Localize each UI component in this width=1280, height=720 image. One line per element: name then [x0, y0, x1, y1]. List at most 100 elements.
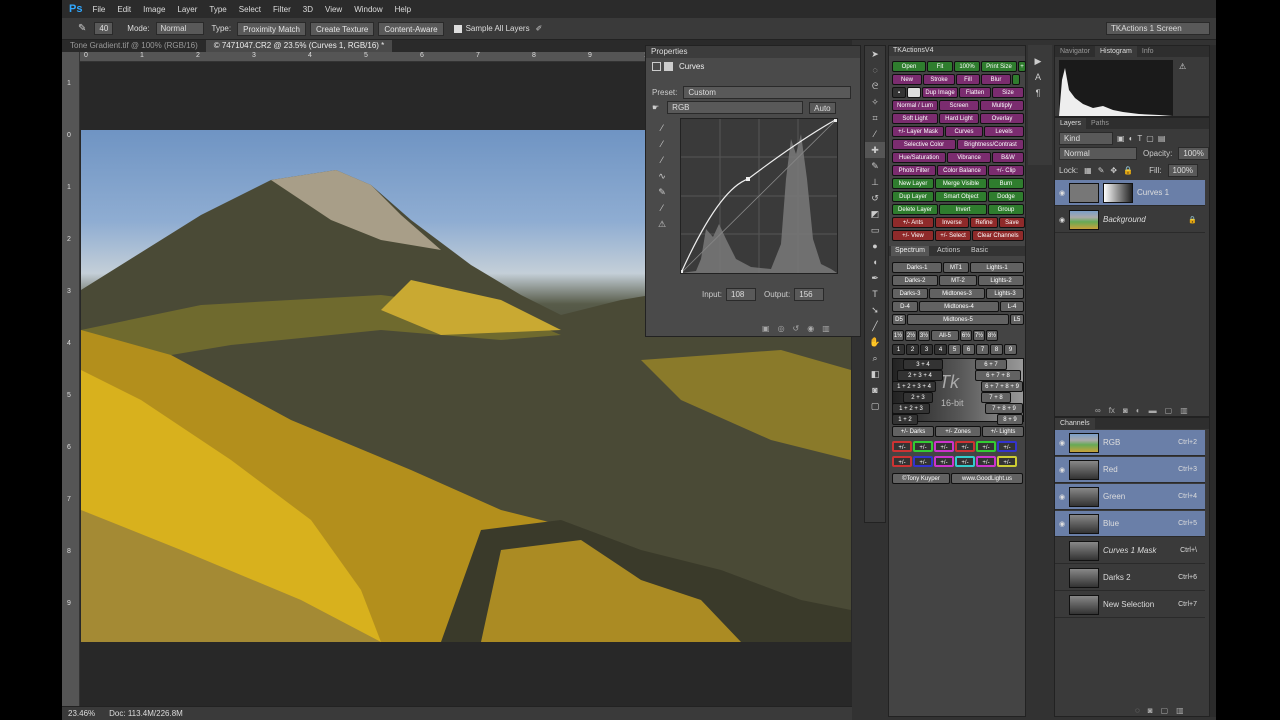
healing-tool-icon[interactable]: ✚ [865, 142, 885, 158]
red-mask-2-button[interactable]: +/- [955, 441, 975, 452]
filter-adjust-icon[interactable]: ◐ [1129, 134, 1134, 143]
clipping-warning-icon[interactable]: ⚠ [652, 216, 672, 232]
tk-hard-light-button[interactable]: Hard Light [939, 113, 979, 124]
tk-overlay-button[interactable]: Overlay [980, 113, 1024, 124]
menu-3d[interactable]: 3D [303, 5, 313, 14]
channel-row-mask[interactable]: Curves 1 Mask Ctrl+\ [1055, 538, 1205, 564]
curve-point-icon[interactable]: ∿ [652, 168, 672, 184]
gradient-tool-icon[interactable]: ▭ [865, 222, 885, 238]
trash-icon[interactable]: ▥ [822, 324, 830, 333]
combo-1-4-button[interactable]: 1 + 2 + 3 + 4 [892, 381, 936, 392]
fill-field[interactable]: 100% [1167, 164, 1198, 177]
combo-2-3-button[interactable]: 2 + 3 [903, 392, 933, 403]
d4-button[interactable]: D-4 [892, 301, 918, 312]
combo-6-8-button[interactable]: 6 + 7 + 8 [975, 370, 1021, 381]
tab-layers[interactable]: Layers [1055, 118, 1087, 129]
zone-9-button[interactable]: 9 [1004, 344, 1017, 355]
tk-multiply-button[interactable]: Multiply [980, 100, 1024, 111]
channel-select[interactable]: RGB [667, 101, 804, 114]
lock-transparency-icon[interactable]: ▦ [1084, 166, 1092, 175]
blur-tool-icon[interactable]: ● [865, 238, 885, 254]
tk-screen-button[interactable]: Screen [939, 100, 979, 111]
tk-levels-button[interactable]: Levels [984, 126, 1024, 137]
add-mask-icon[interactable]: ◙ [1123, 406, 1128, 415]
channel-row-green[interactable]: ◉ Green Ctrl+4 [1055, 484, 1205, 510]
zone-6-button[interactable]: 6 [962, 344, 975, 355]
zone-7-button[interactable]: 7 [976, 344, 989, 355]
pen-tool-icon[interactable]: ✒ [865, 270, 885, 286]
lights-3-button[interactable]: Lights-3 [986, 288, 1024, 299]
tk-hue-saturation-button[interactable]: Hue/Saturation [892, 152, 946, 163]
combo-1-2-button[interactable]: 1 + 2 [892, 414, 918, 425]
eyedropper-gray-icon[interactable]: ⁄ [652, 136, 672, 152]
smooth-icon[interactable]: ⁄ [652, 200, 672, 216]
warning-icon[interactable]: ⚠ [1179, 62, 1186, 71]
delete-layer-icon[interactable]: ▥ [1180, 406, 1188, 415]
combo-6-7-button[interactable]: 6 + 7 [975, 359, 1007, 370]
lasso-tool-icon[interactable]: ᘓ [865, 78, 885, 94]
tk-color-balance-button[interactable]: Color Balance [937, 165, 987, 176]
tk-mode-toggle[interactable]: ▪ [892, 87, 906, 98]
pencil-icon[interactable]: ✎ [652, 184, 672, 200]
magenta-mask-button[interactable]: +/- [934, 441, 954, 452]
pressure-icon[interactable]: ✐ [536, 24, 543, 33]
darks-toggle-button[interactable]: +/- Darks [892, 426, 934, 437]
fx-icon[interactable]: fx [1109, 406, 1115, 415]
output-field[interactable]: 156 [794, 288, 825, 301]
channel-row-blue[interactable]: ◉ Blue Ctrl+5 [1055, 511, 1205, 537]
tk-merge-visible-button[interactable]: Merge Visible [935, 178, 987, 189]
zoom-tool-icon[interactable]: ⌕ [865, 350, 885, 366]
channel-row-red[interactable]: ◉ Red Ctrl+3 [1055, 457, 1205, 483]
new-channel-icon[interactable]: ▢ [1161, 706, 1169, 715]
layer-row-curves[interactable]: ◉ Curves 1 [1055, 180, 1205, 206]
tk-invert-button[interactable]: Invert [939, 204, 987, 215]
tab-tone-gradient[interactable]: Tone Gradient.tif @ 100% (RGB/16) [62, 40, 206, 52]
tk-new-layer-button[interactable]: New Layer [892, 178, 934, 189]
lock-position-icon[interactable]: ✥ [1110, 166, 1117, 175]
tk-stroke-button[interactable]: Stroke [923, 74, 955, 85]
history-brush-icon[interactable]: ↺ [865, 190, 885, 206]
stamp-tool-icon[interactable]: ⊥ [865, 174, 885, 190]
combo-1-3-button[interactable]: 1 + 2 + 3 [892, 403, 930, 414]
tk-dodge-button[interactable]: Dodge [988, 191, 1024, 202]
proximity-match-button[interactable]: Proximity Match [237, 21, 307, 36]
blue-sel-button[interactable]: +/- [913, 456, 933, 467]
tk-view-button[interactable]: +/- View [892, 230, 934, 241]
tk-size-button[interactable]: Size [992, 87, 1024, 98]
brush-tool-icon[interactable]: ✎ [865, 158, 885, 174]
combo-2-3-4-button[interactable]: 2 + 3 + 4 [897, 370, 943, 381]
delete-channel-icon[interactable]: ▥ [1176, 706, 1184, 715]
new-group-icon[interactable]: ▬ [1149, 406, 1157, 415]
menu-help[interactable]: Help [395, 5, 411, 14]
zone-8h-button[interactable]: 8½ [986, 330, 998, 341]
l5-button[interactable]: L5 [1010, 314, 1024, 325]
tk-flatten-button[interactable]: Flatten [959, 87, 991, 98]
mt2-button[interactable]: MT-2 [939, 275, 977, 286]
zone-8-button[interactable]: 8 [990, 344, 1003, 355]
tk-ants-button[interactable]: +/- Ants [892, 217, 934, 228]
tab-active-document[interactable]: © 7471047.CR2 @ 23.5% (Curves 1, RGB/16)… [205, 40, 393, 52]
tk-new-button[interactable]: New [892, 74, 922, 85]
tk-delete-layer-button[interactable]: Delete Layer [892, 204, 938, 215]
tk-clear-channels-button[interactable]: Clear Channels [972, 230, 1024, 241]
channel-row-new-selection[interactable]: New Selection Ctrl+7 [1055, 592, 1205, 618]
menu-type[interactable]: Type [209, 5, 226, 14]
preset-select[interactable]: Custom [683, 86, 852, 99]
color-swatches-icon[interactable]: ◧ [865, 366, 885, 382]
eyedropper-black-icon[interactable]: ⁄ [652, 120, 672, 136]
magenta-sel-2-button[interactable]: +/- [976, 456, 996, 467]
tab-navigator[interactable]: Navigator [1055, 46, 1095, 57]
new-adjustment-icon[interactable]: ◐ [1136, 406, 1141, 415]
new-layer-icon[interactable]: ▢ [1165, 406, 1173, 415]
opacity-field[interactable]: 100% [1178, 147, 1209, 160]
cyan-sel-button[interactable]: +/- [955, 456, 975, 467]
lights-1-button[interactable]: Lights-1 [970, 262, 1024, 273]
tk-vibrance-button[interactable]: Vibrance [947, 152, 991, 163]
menu-window[interactable]: Window [354, 5, 382, 14]
tony-kuyper-link[interactable]: ©Tony Kuyper [892, 473, 950, 484]
tk-print-size-button[interactable]: Print Size [981, 61, 1017, 72]
eraser-tool-icon[interactable]: ◩ [865, 206, 885, 222]
lock-pixels-icon[interactable]: ✎ [1098, 166, 1105, 175]
tk-clip-button[interactable]: +/- Clip [988, 165, 1024, 176]
tk-curves-button[interactable]: Curves [945, 126, 983, 137]
